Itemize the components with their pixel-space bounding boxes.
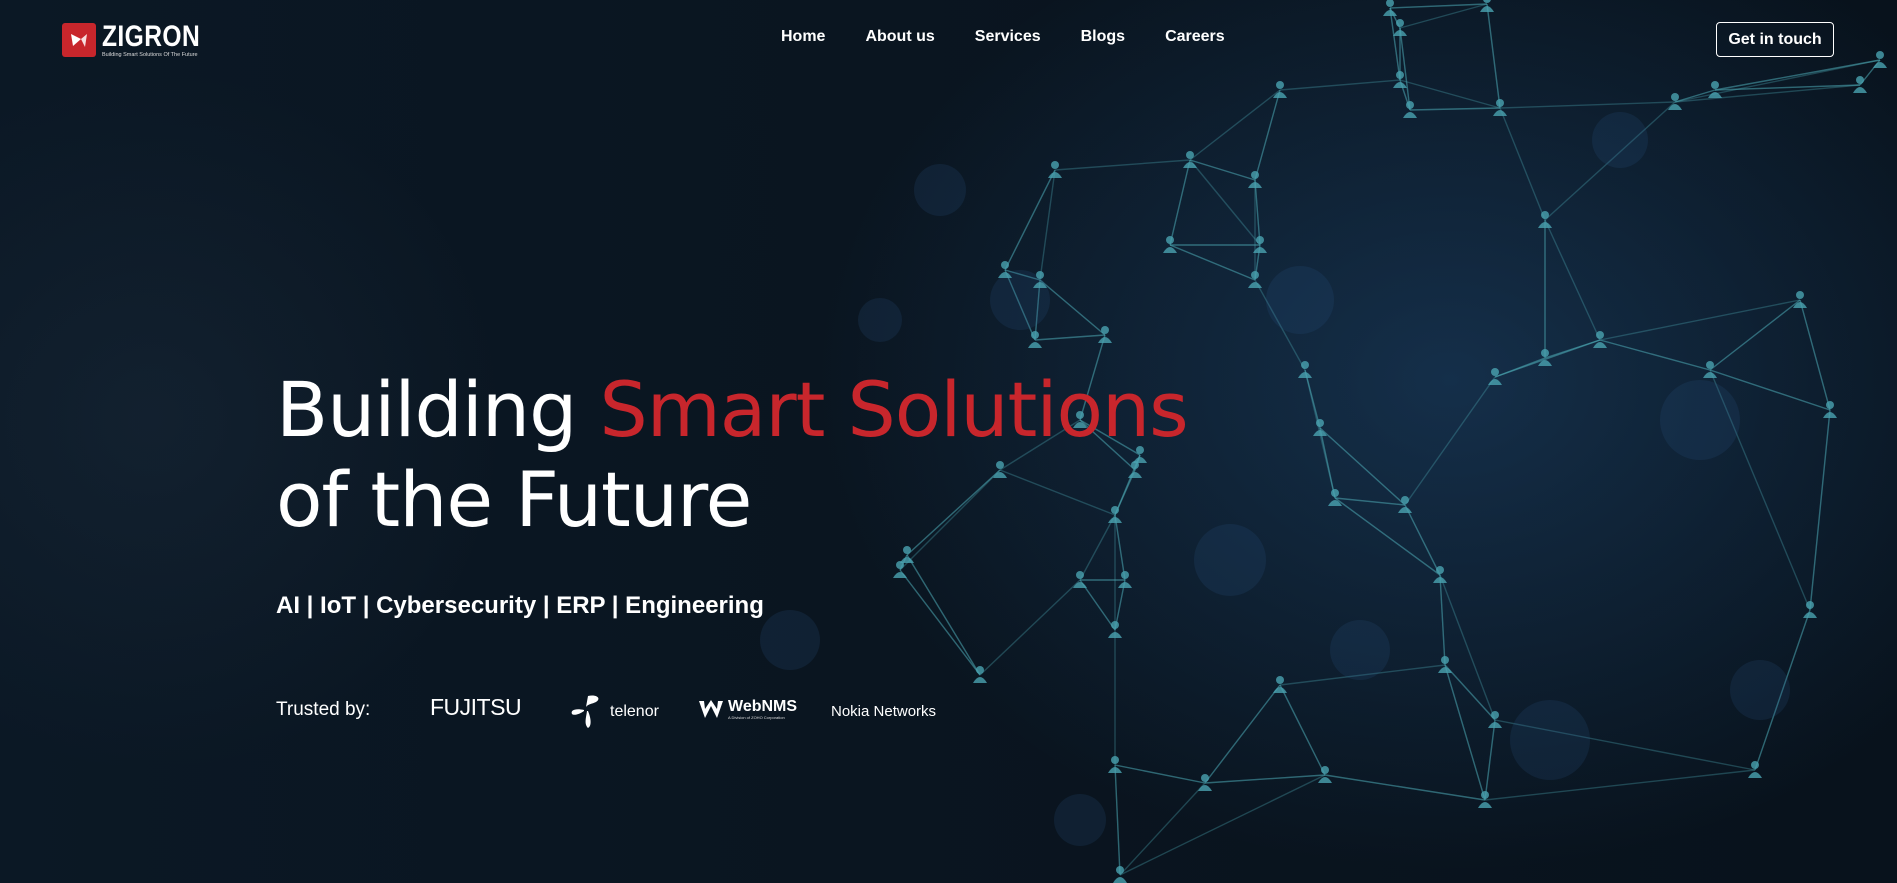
webnms-logo: WebNMS A Division of ZOHO Corporation bbox=[698, 698, 797, 720]
logo[interactable]: ZIGRON Building Smart Solutions Of The F… bbox=[62, 22, 222, 59]
logo-icon bbox=[62, 23, 96, 58]
telenor-logo-text: telenor bbox=[610, 703, 659, 720]
get-in-touch-button[interactable]: Get in touch bbox=[1716, 22, 1834, 57]
hero-title: Building Smart Solutions of the Future bbox=[276, 365, 1189, 545]
main-nav: Home About us Services Blogs Careers bbox=[781, 28, 1225, 46]
brand-tagline: Building Smart Solutions Of The Future bbox=[102, 52, 198, 58]
nokia-logo-text: Nokia Networks bbox=[831, 703, 937, 720]
trusted-label: Trusted by: bbox=[276, 699, 371, 720]
nav-about-us[interactable]: About us bbox=[865, 28, 934, 46]
hero-title-accent: Smart Solutions bbox=[599, 365, 1188, 454]
trusted-by: Trusted by: bbox=[276, 699, 370, 721]
brand-name: ZIGRON bbox=[102, 20, 201, 53]
nav-home[interactable]: Home bbox=[781, 28, 825, 46]
hero-title-line2: of the Future bbox=[276, 455, 752, 544]
webnms-icon bbox=[699, 700, 723, 718]
webnms-logo-subtext: A Division of ZOHO Corporation bbox=[728, 714, 785, 720]
webnms-logo-text: WebNMS bbox=[728, 697, 798, 715]
nokia-networks-logo: Nokia Networks bbox=[831, 703, 936, 720]
nav-careers[interactable]: Careers bbox=[1165, 28, 1225, 46]
nav-services[interactable]: Services bbox=[975, 28, 1041, 46]
hero-subtitle: AI | IoT | Cybersecurity | ERP | Enginee… bbox=[276, 592, 764, 619]
telenor-logo: telenor bbox=[566, 694, 659, 730]
site-header: ZIGRON Building Smart Solutions Of The F… bbox=[0, 0, 1897, 80]
nav-blogs[interactable]: Blogs bbox=[1081, 28, 1125, 46]
hero-heading-block: Building Smart Solutions of the Future bbox=[276, 365, 1189, 545]
telenor-propeller-icon bbox=[571, 695, 599, 728]
hero-title-part1: Building bbox=[276, 365, 577, 454]
fujitsu-logo: FUJITSU bbox=[430, 694, 522, 721]
fujitsu-logo-text: FUJITSU bbox=[430, 694, 522, 720]
